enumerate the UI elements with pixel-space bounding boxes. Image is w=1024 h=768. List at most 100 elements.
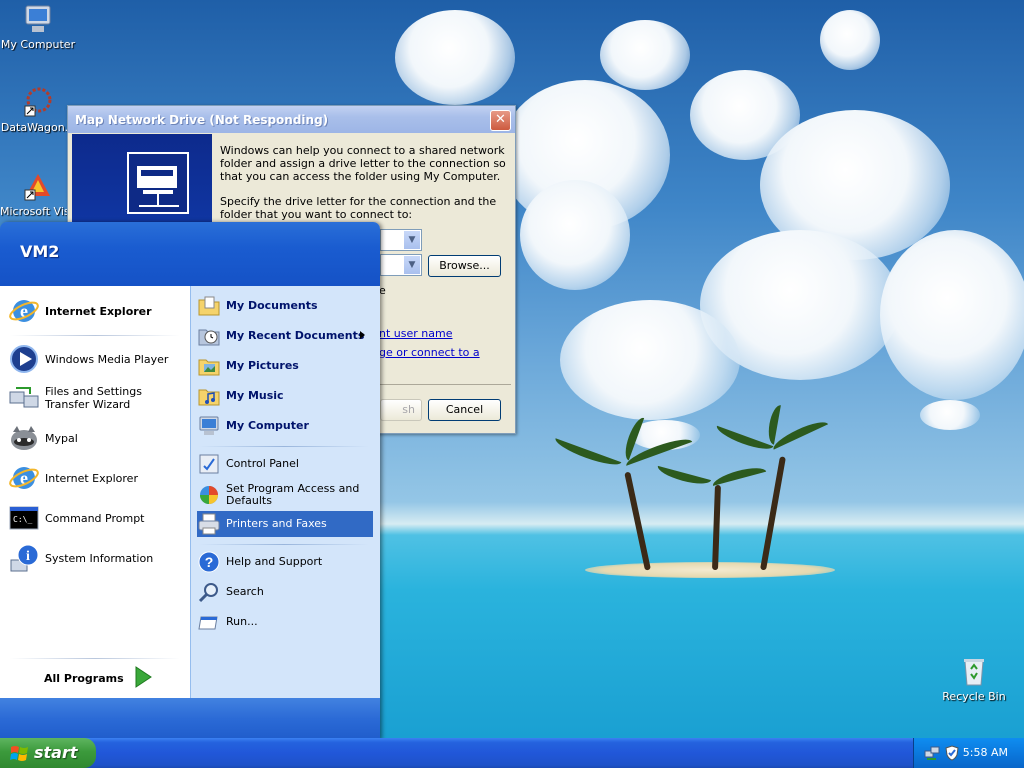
menu-item-internet-explorer[interactable]: e Internet Explorer	[8, 462, 138, 494]
desktop-icon-label: Recycle Bin	[942, 690, 1006, 703]
svg-text:i: i	[26, 549, 30, 564]
drive-letter-combo[interactable]: ▼	[380, 229, 422, 251]
desktop-icon-label: DataWagon...	[0, 121, 76, 134]
menu-item-label: Mypal	[45, 431, 78, 445]
my-documents-icon	[197, 294, 221, 318]
menu-item-search[interactable]: Search	[197, 579, 373, 605]
palm-frond	[552, 438, 622, 470]
menu-item-label: Files and Settings Transfer Wizard	[45, 385, 142, 411]
palm-trunk	[712, 484, 721, 571]
menu-item-my-documents[interactable]: My Documents	[197, 293, 373, 319]
different-user-link[interactable]: nt user name	[379, 327, 452, 340]
system-tray: 5:58 AM	[913, 738, 1024, 768]
dialog-title-bar[interactable]: Map Network Drive (Not Responding) ✕	[68, 106, 515, 133]
menu-item-label: My Music	[226, 389, 284, 402]
green-arrow-icon	[134, 665, 152, 691]
finish-button[interactable]: sh	[380, 399, 422, 421]
menu-item-label: Windows Media Player	[45, 352, 169, 366]
menu-item-my-music[interactable]: My Music	[197, 383, 373, 409]
menu-item-run[interactable]: Run...	[197, 609, 373, 635]
desktop-icon-datawagon[interactable]: DataWagon...	[0, 86, 76, 134]
dialog-paragraph: Windows can help you connect to a shared…	[220, 144, 506, 183]
menu-item-program-access[interactable]: Set Program Access and Defaults	[197, 480, 373, 510]
desktop-icon-label: My Computer	[0, 38, 76, 51]
folder-path-combo[interactable]: ▼	[380, 254, 422, 276]
menu-item-internet-explorer-pinned[interactable]: e Internet Explorer	[8, 295, 152, 327]
sign-up-storage-link[interactable]: ge or connect to a	[379, 346, 480, 359]
menu-item-label: Set Program Access and Defaults	[226, 482, 360, 507]
datawagon-icon	[22, 86, 54, 118]
mypal-icon	[8, 422, 40, 454]
cancel-button[interactable]: Cancel	[428, 399, 501, 421]
menu-item-my-computer[interactable]: My Computer	[197, 413, 373, 439]
palm-frond	[710, 463, 767, 486]
dialog-instructions: Windows can help you connect to a shared…	[220, 144, 508, 221]
my-computer-icon	[22, 3, 54, 35]
menu-separator	[199, 544, 369, 545]
command-prompt-icon: C:\_	[8, 502, 40, 534]
reconnect-label-partial: e	[379, 284, 386, 297]
cloud	[520, 180, 630, 290]
start-menu-left-pane: e Internet Explorer Windows Media Player…	[0, 286, 190, 698]
clock[interactable]: 5:58 AM	[963, 746, 1008, 759]
palm-trunk	[624, 471, 651, 571]
menu-item-my-pictures[interactable]: My Pictures	[197, 353, 373, 379]
palm-frond	[770, 417, 829, 450]
internet-explorer-icon: e	[8, 462, 40, 494]
recycle-bin-icon	[958, 655, 990, 687]
menu-item-system-information[interactable]: i System Information	[8, 542, 153, 574]
recent-documents-icon	[197, 324, 221, 348]
menu-item-label: System Information	[45, 551, 154, 565]
desktop-icon-label: Microsoft Visu	[0, 205, 76, 218]
menu-item-files-settings-transfer[interactable]: Files and Settings Transfer Wizard	[8, 382, 180, 414]
menu-item-help-and-support[interactable]: ? Help and Support	[197, 549, 373, 575]
menu-item-label: Internet Explorer	[45, 471, 138, 485]
control-panel-icon	[197, 452, 221, 476]
cloud	[820, 10, 880, 70]
help-icon: ?	[197, 550, 221, 574]
media-player-icon	[8, 343, 40, 375]
menu-item-label: Search	[226, 585, 264, 598]
desktop-icon-visual-studio[interactable]: Microsoft Visu	[0, 170, 76, 218]
network-drive-icon	[127, 152, 189, 214]
chevron-down-icon[interactable]: ▼	[404, 256, 420, 274]
menu-item-label: My Computer	[226, 419, 309, 432]
dialog-close-button[interactable]: ✕	[490, 110, 511, 131]
network-icon[interactable]	[924, 745, 940, 764]
start-button[interactable]: start	[0, 738, 96, 768]
my-computer-icon	[197, 414, 221, 438]
menu-item-label: Command Prompt	[45, 511, 145, 525]
taskbar: start 5:58 AM	[0, 738, 1024, 768]
windows-logo-icon	[10, 744, 30, 765]
dialog-title: Map Network Drive (Not Responding)	[75, 113, 329, 127]
palm-frond	[766, 403, 781, 445]
menu-item-my-recent-documents[interactable]: My Recent Documents	[197, 323, 373, 349]
menu-separator	[10, 658, 180, 659]
printer-icon	[197, 512, 221, 536]
cloud	[920, 400, 980, 430]
visual-studio-icon	[22, 170, 54, 202]
cloud	[600, 20, 690, 90]
menu-item-printers-and-faxes[interactable]: Printers and Faxes	[197, 511, 373, 537]
menu-separator	[10, 335, 180, 336]
security-shield-icon[interactable]	[944, 745, 960, 764]
menu-item-mypal[interactable]: Mypal	[8, 422, 78, 454]
menu-item-windows-media-player[interactable]: Windows Media Player	[8, 343, 168, 375]
close-icon: ✕	[495, 112, 506, 127]
start-menu-header: VM2	[0, 222, 380, 286]
chevron-down-icon[interactable]: ▼	[404, 231, 420, 249]
desktop-icon-my-computer[interactable]: My Computer	[0, 3, 76, 51]
menu-item-control-panel[interactable]: Control Panel	[197, 451, 373, 477]
palm-frond	[714, 425, 774, 454]
browse-button[interactable]: Browse...	[428, 255, 501, 277]
menu-item-command-prompt[interactable]: C:\_ Command Prompt	[8, 502, 145, 534]
svg-text:C:\_: C:\_	[13, 515, 32, 524]
start-label: start	[34, 743, 78, 762]
menu-item-label: Help and Support	[226, 555, 323, 568]
desktop-icon-recycle-bin[interactable]: Recycle Bin	[936, 655, 1012, 703]
all-programs-button[interactable]: All Programs	[44, 665, 152, 691]
system-information-icon: i	[8, 542, 40, 574]
menu-item-label: Printers and Faxes	[226, 517, 327, 530]
menu-separator	[199, 446, 369, 447]
cloud	[395, 10, 515, 105]
